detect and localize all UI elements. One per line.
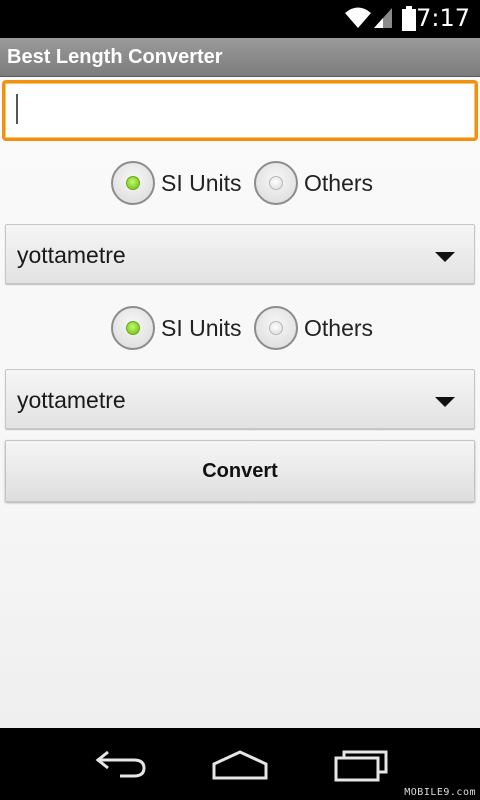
recent-apps-icon[interactable] <box>333 744 389 784</box>
status-time: 7:17 <box>416 4 470 32</box>
app-title-bar: Best Length Converter <box>0 38 480 77</box>
to-unit-system-radio-group: SI Units Others <box>0 306 480 352</box>
text-cursor <box>16 94 18 124</box>
dropdown-arrow-icon <box>435 397 455 407</box>
wifi-icon <box>345 7 371 28</box>
from-others-label[interactable]: Others <box>304 170 373 197</box>
to-si-units-label[interactable]: SI Units <box>161 315 242 342</box>
system-navigation-bar: MOBILE9.com <box>0 728 480 800</box>
status-bar: 7:17 <box>0 0 480 38</box>
from-unit-system-radio-group: SI Units Others <box>0 161 480 207</box>
dropdown-arrow-icon <box>435 252 455 262</box>
signal-icon <box>374 8 392 28</box>
from-unit-dropdown[interactable]: yottametre <box>5 224 475 284</box>
main-content: SI Units Others yottametre SI Units Othe… <box>0 77 480 728</box>
from-others-radio[interactable] <box>254 161 298 205</box>
battery-icon <box>402 6 416 31</box>
to-unit-dropdown[interactable]: yottametre <box>5 369 475 429</box>
from-si-units-label[interactable]: SI Units <box>161 170 242 197</box>
to-unit-selected: yottametre <box>17 387 126 413</box>
convert-button[interactable]: Convert <box>5 440 475 502</box>
from-unit-selected: yottametre <box>17 242 126 268</box>
to-others-radio[interactable] <box>254 306 298 350</box>
back-icon[interactable] <box>94 744 148 784</box>
app-title: Best Length Converter <box>7 46 223 68</box>
home-icon[interactable] <box>211 744 269 784</box>
radio-unselected-indicator <box>269 176 283 190</box>
to-others-label[interactable]: Others <box>304 315 373 342</box>
radio-selected-indicator <box>126 321 140 335</box>
radio-unselected-indicator <box>269 321 283 335</box>
watermark-text: MOBILE9.com <box>404 787 476 798</box>
length-value-input[interactable] <box>2 80 478 141</box>
radio-selected-indicator <box>126 176 140 190</box>
to-si-units-radio[interactable] <box>111 306 155 350</box>
from-si-units-radio[interactable] <box>111 161 155 205</box>
